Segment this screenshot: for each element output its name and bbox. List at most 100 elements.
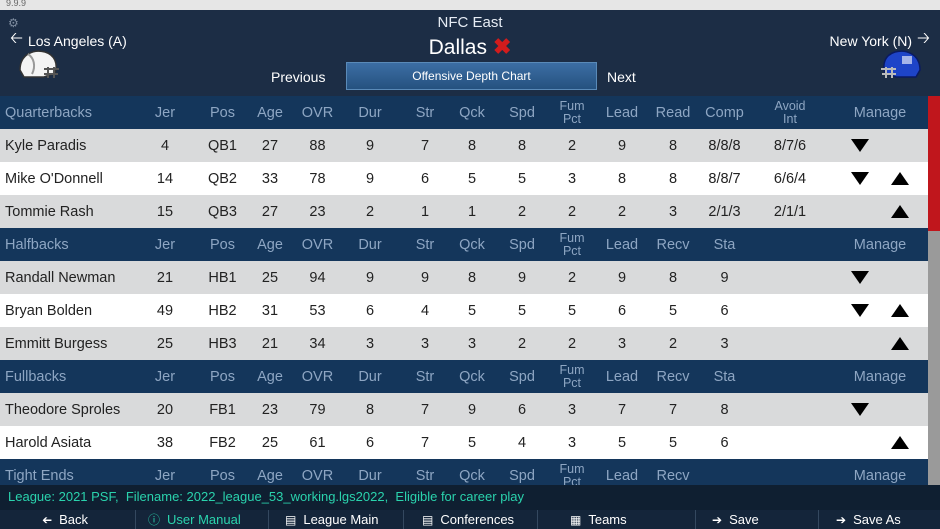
player-stat: 2 xyxy=(365,203,375,220)
column-header: Recv xyxy=(656,467,690,484)
column-header: Spd xyxy=(509,368,535,385)
section-title: Quarterbacks xyxy=(5,104,93,121)
player-stat: 6/6/4 xyxy=(773,170,807,187)
player-stat: 9 xyxy=(467,401,477,418)
division-title: NFC East xyxy=(437,14,503,31)
move-down-button[interactable] xyxy=(845,129,875,162)
column-header: Lead xyxy=(605,104,639,121)
player-stat: 9 xyxy=(720,269,729,286)
column-header-line: Pct xyxy=(562,474,582,485)
player-stat: 9 xyxy=(365,170,375,187)
previous-button[interactable]: Previous xyxy=(271,69,325,85)
player-stat: 2 xyxy=(517,335,527,352)
move-up-button[interactable] xyxy=(885,162,915,195)
move-up-button[interactable] xyxy=(885,426,915,459)
bottom-save-button[interactable]: ➔ Save xyxy=(712,510,759,529)
player-name: Bryan Bolden xyxy=(5,302,93,319)
player-stat: 79 xyxy=(309,401,326,418)
move-up-button[interactable] xyxy=(885,327,915,360)
player-stat: 5 xyxy=(567,302,577,319)
column-header: Qck xyxy=(459,368,485,385)
status-eligibility: Eligible for career play xyxy=(395,489,525,504)
section-header-row: Tight Ends Jer Pos Age OVR Dur Str Qck Spd Fum Pct… xyxy=(0,459,928,485)
player-stat: 2 xyxy=(517,203,527,220)
column-header: Spd xyxy=(509,236,535,253)
status-bar: League: 2021 PSF, Filename: 2022_league_… xyxy=(0,485,940,510)
column-header: OVR xyxy=(301,467,334,484)
column-header: Dur xyxy=(358,467,382,484)
player-stat: 6 xyxy=(517,401,527,418)
player-row[interactable]: Randall Newman 21 HB1 25 94 9 9 8 9 2 9 8 9 xyxy=(0,261,928,294)
player-stat: 78 xyxy=(309,170,326,187)
triangle-down-icon xyxy=(851,139,869,152)
player-stat: 3 xyxy=(567,434,577,451)
player-stat: 8/8/7 xyxy=(708,170,741,187)
bottom-button-label: Teams xyxy=(588,512,627,527)
column-header: Dur xyxy=(358,236,382,253)
section-title: Tight Ends xyxy=(5,467,74,484)
player-stat: 9 xyxy=(365,137,375,154)
column-header: Manage xyxy=(853,368,907,385)
vertical-scrollbar[interactable] xyxy=(928,96,940,485)
player-stat: 3 xyxy=(365,335,375,352)
bottom-teams-button[interactable]: ▦ Teams xyxy=(570,510,627,529)
next-button[interactable]: Next xyxy=(607,69,636,85)
bottom-conferences-button[interactable]: ▤ Conferences xyxy=(422,510,514,529)
player-stat: 15 xyxy=(156,203,174,220)
move-down-button[interactable] xyxy=(845,393,875,426)
column-header: Pos xyxy=(210,368,235,385)
player-stat: 8 xyxy=(720,401,729,418)
column-header: Age xyxy=(257,236,283,253)
player-stat: 27 xyxy=(261,137,279,154)
player-stat: 3 xyxy=(567,401,577,418)
team-name: Dallas xyxy=(428,36,487,59)
move-down-button[interactable] xyxy=(845,162,875,195)
column-header: Qck xyxy=(459,104,485,121)
column-header-line: Fum xyxy=(559,362,585,377)
toolbar-divider xyxy=(403,510,404,529)
column-header-line: Pct xyxy=(562,111,582,126)
toolbar-divider xyxy=(135,510,136,529)
depth-chart-grid: Quarterbacks Jer Pos Age OVR Dur Str Qck Spd Fum P… xyxy=(0,96,928,485)
player-name: Kyle Paradis xyxy=(5,137,87,154)
bottom-league-main-button[interactable]: ▤ League Main xyxy=(285,510,379,529)
offensive-depth-chart-button[interactable]: Offensive Depth Chart xyxy=(346,62,597,90)
column-header-line: Pct xyxy=(562,375,582,390)
bottom-save-as-button[interactable]: ➔ Save As xyxy=(836,510,901,529)
player-name: Mike O'Donnell xyxy=(5,170,103,187)
player-row[interactable]: Harold Asiata 38 FB2 25 61 6 7 5 4 3 5 5 6 xyxy=(0,426,928,459)
column-header: Fum Pct xyxy=(547,360,597,393)
player-row[interactable]: Kyle Paradis 4 QB1 27 88 9 7 8 8 2 9 8 8/8/8 8/7/6 xyxy=(0,129,928,162)
move-up-button[interactable] xyxy=(885,195,915,228)
player-row[interactable]: Mike O'Donnell 14 QB2 33 78 9 6 5 5 3 8 8 8/8/7 6/6/4 xyxy=(0,162,928,195)
player-stat: HB1 xyxy=(208,269,237,286)
column-header: Qck xyxy=(459,236,485,253)
move-down-button[interactable] xyxy=(845,294,875,327)
player-stat: 21 xyxy=(261,335,279,352)
move-up-button[interactable] xyxy=(885,294,915,327)
player-stat: 23 xyxy=(261,401,279,418)
column-header: Fum Pct xyxy=(547,228,597,261)
player-row[interactable]: Bryan Bolden 49 HB2 31 53 6 4 5 5 5 6 5 6 xyxy=(0,294,928,327)
player-stat: HB3 xyxy=(208,335,237,352)
bottom-back-button[interactable]: ➔ Back xyxy=(42,510,88,529)
player-row[interactable]: Theodore Sproles 20 FB1 23 79 8 7 9 6 3 7 7 8 xyxy=(0,393,928,426)
player-stat: 9 xyxy=(617,137,627,154)
column-header: Str xyxy=(415,467,435,484)
player-stat: 8 xyxy=(467,137,477,154)
player-stat: 3 xyxy=(420,335,430,352)
column-header: Fum Pct xyxy=(547,459,597,485)
player-stat: 8 xyxy=(517,137,527,154)
bottom-button-label: Save As xyxy=(853,512,901,527)
triangle-down-icon xyxy=(851,403,869,416)
scrollbar-thumb[interactable] xyxy=(928,96,940,231)
player-stat: FB2 xyxy=(209,434,236,451)
move-down-button[interactable] xyxy=(845,261,875,294)
player-stat: 3 xyxy=(567,170,577,187)
player-row[interactable]: Emmitt Burgess 25 HB3 21 34 3 3 3 2 2 3 2 3 xyxy=(0,327,928,360)
triangle-up-icon xyxy=(891,436,909,449)
bottom-user-manual-button[interactable]: ⓘ User Manual xyxy=(148,510,241,529)
toolbar-divider xyxy=(818,510,819,529)
player-row[interactable]: Tommie Rash 15 QB3 27 23 2 1 1 2 2 2 3 2/1/3 2/1/1 xyxy=(0,195,928,228)
player-stat: 9 xyxy=(517,269,527,286)
